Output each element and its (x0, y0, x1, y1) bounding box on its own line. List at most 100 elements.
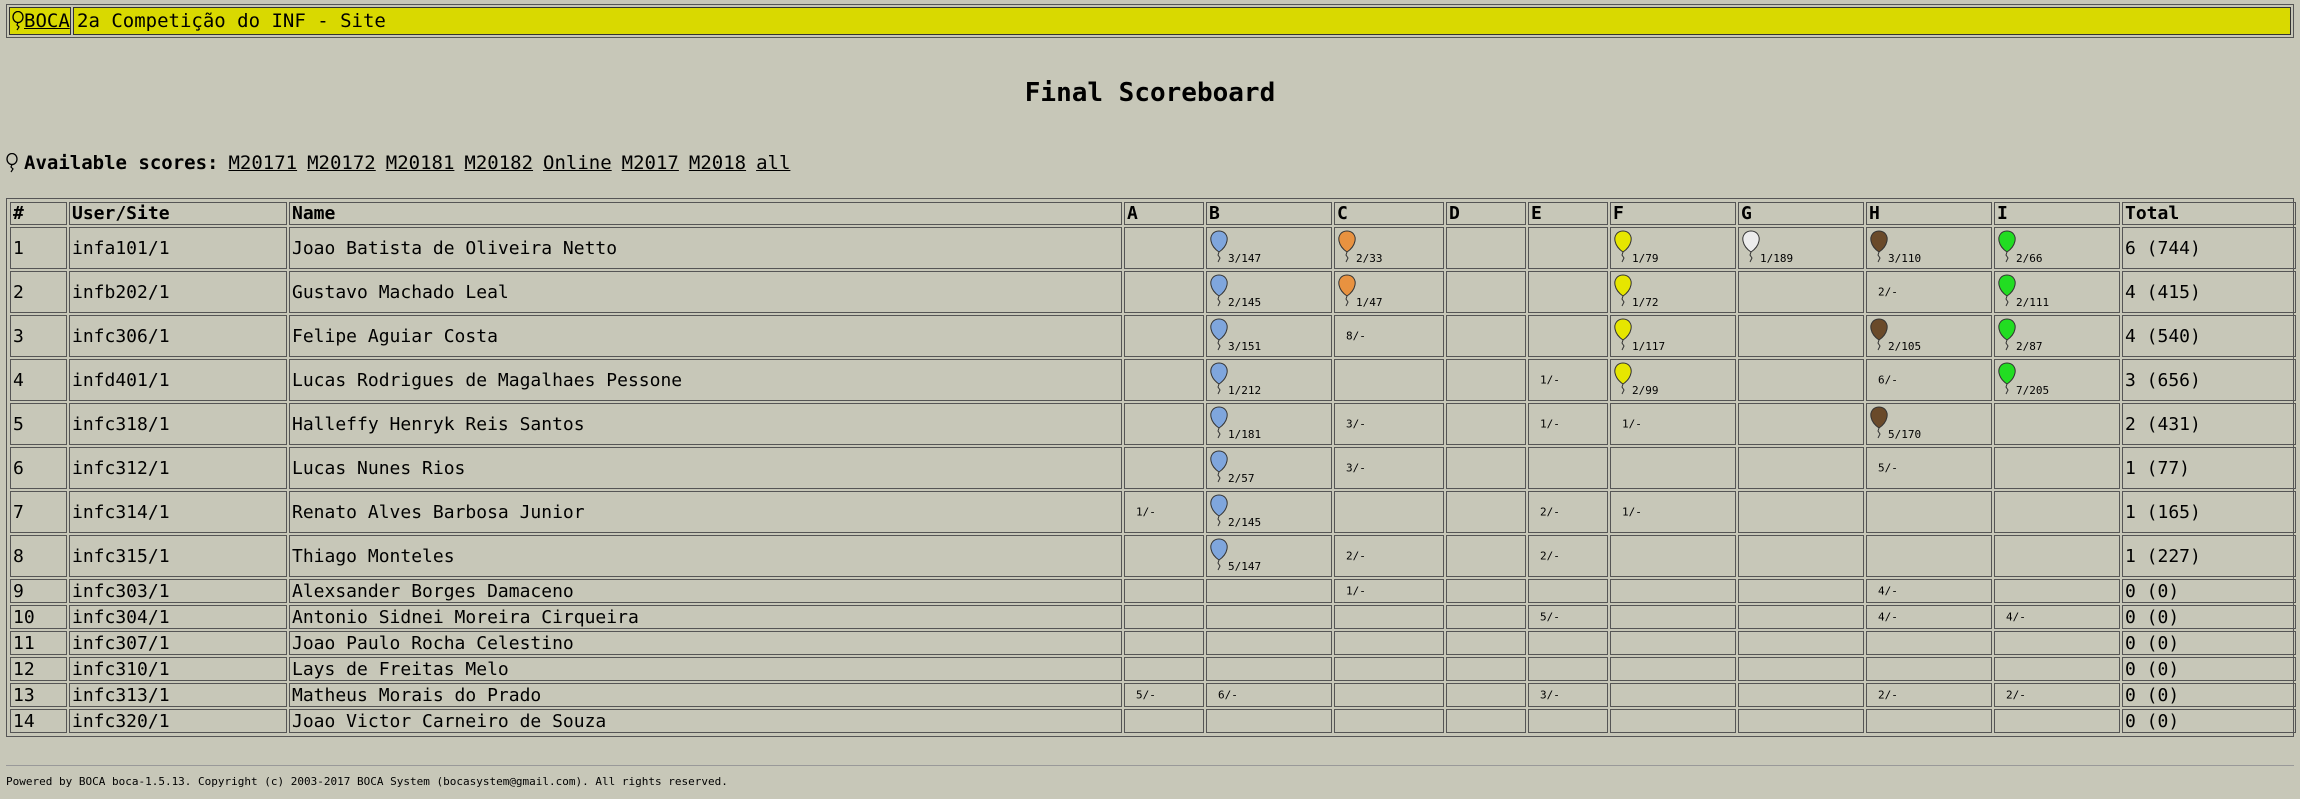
column-header-h: H (1866, 202, 1992, 225)
problem-cell-c (1334, 491, 1444, 533)
problem-cell-g (1738, 605, 1864, 629)
problem-cell-i: 2/111 (1994, 271, 2120, 313)
user-site-cell: infc306/1 (69, 315, 287, 357)
problem-cell-c: 3/- (1334, 447, 1444, 489)
column-header-name: Name (289, 202, 1122, 225)
table-row: 14 infc320/1 Joao Victor Carneiro de Souza… (10, 709, 2296, 733)
rank-cell: 10 (10, 605, 67, 629)
problem-cell-h: 3/110 (1866, 227, 1992, 269)
balloon-icon (1210, 406, 1228, 439)
problem-cell-g (1738, 579, 1864, 603)
rank-cell: 11 (10, 631, 67, 655)
balloon-icon (1870, 318, 1888, 351)
problem-cell-g (1738, 491, 1864, 533)
problem-cell-a (1124, 447, 1204, 489)
problem-cell-d (1446, 657, 1526, 681)
problem-cell-g (1738, 535, 1864, 577)
user-site-cell: infc318/1 (69, 403, 287, 445)
rank-cell: 6 (10, 447, 67, 489)
total-cell: 6 (744) (2122, 227, 2296, 269)
problem-cell-i: 2/87 (1994, 315, 2120, 357)
rank-cell: 4 (10, 359, 67, 401)
problem-cell-a (1124, 631, 1204, 655)
problem-cell-c (1334, 709, 1444, 733)
problem-cell-i (1994, 631, 2120, 655)
balloon-icon (1614, 318, 1632, 351)
problem-result: 2/87 (2016, 340, 2043, 353)
score-link-online[interactable]: Online (543, 152, 612, 174)
rank-cell: 9 (10, 579, 67, 603)
available-scores-label: Available scores: (24, 152, 219, 174)
problem-result: 1/- (1136, 505, 1156, 519)
score-link-m2018[interactable]: M2018 (689, 152, 746, 174)
name-cell: Thiago Monteles (289, 535, 1122, 577)
table-row: 11 infc307/1 Joao Paulo Rocha Celestino 0 (… (10, 631, 2296, 655)
problem-result: 3/147 (1228, 252, 1262, 265)
user-site-cell: infc315/1 (69, 535, 287, 577)
score-link-m20182[interactable]: M20182 (464, 152, 533, 174)
problem-result: 2/145 (1228, 296, 1262, 309)
problem-result: 3/151 (1228, 340, 1262, 353)
problem-result: 1/181 (1228, 428, 1262, 441)
score-link-m20171[interactable]: M20171 (228, 152, 297, 174)
total-cell: 1 (227) (2122, 535, 2296, 577)
problem-result: 1/- (1540, 417, 1560, 431)
score-link-all[interactable]: all (756, 152, 790, 174)
rank-cell: 7 (10, 491, 67, 533)
table-row: 3 infc306/1 Felipe Aguiar Costa 3/151 8/- 1/1… (10, 315, 2296, 357)
problem-result: 2/- (1878, 688, 1898, 702)
problem-result: 2/66 (2016, 252, 2043, 265)
problem-cell-c: 1/- (1334, 579, 1444, 603)
problem-result: 2/57 (1228, 472, 1255, 485)
problem-cell-f (1610, 631, 1736, 655)
problem-cell-f (1610, 683, 1736, 707)
problem-cell-c: 3/- (1334, 403, 1444, 445)
problem-cell-i (1994, 709, 2120, 733)
balloon-icon (1210, 362, 1228, 395)
problem-cell-b: 3/147 (1206, 227, 1332, 269)
problem-cell-c: 1/47 (1334, 271, 1444, 313)
problem-cell-f: 1/117 (1610, 315, 1736, 357)
problem-cell-b (1206, 631, 1332, 655)
problem-result: 7/205 (2016, 384, 2050, 397)
problem-cell-f: 1/- (1610, 491, 1736, 533)
problem-cell-f (1610, 657, 1736, 681)
balloon-icon (1614, 274, 1632, 307)
problem-cell-f: 1/79 (1610, 227, 1736, 269)
problem-result: 1/- (1622, 505, 1642, 519)
table-row: 2 infb202/1 Gustavo Machado Leal 2/145 1/47 1… (10, 271, 2296, 313)
problem-cell-b: 5/147 (1206, 535, 1332, 577)
table-row: 10 infc304/1 Antonio Sidnei Moreira Cirque… (10, 605, 2296, 629)
boca-home-link[interactable]: BOCA (24, 10, 70, 32)
problem-result: 1/117 (1632, 340, 1666, 353)
problem-cell-f (1610, 447, 1736, 489)
balloon-icon (1998, 318, 2016, 351)
problem-cell-g (1738, 403, 1864, 445)
problem-cell-i (1994, 403, 2120, 445)
score-link-m20181[interactable]: M20181 (386, 152, 455, 174)
problem-cell-e (1528, 315, 1608, 357)
problem-result: 3/- (1346, 461, 1366, 475)
footer-text: Powered by BOCA boca-1.5.13. Copyright (… (6, 775, 728, 788)
problem-result: 5/170 (1888, 428, 1922, 441)
problem-cell-h: 2/- (1866, 683, 1992, 707)
name-cell: Matheus Morais do Prado (289, 683, 1122, 707)
problem-cell-e (1528, 271, 1608, 313)
problem-cell-h (1866, 709, 1992, 733)
problem-cell-a (1124, 271, 1204, 313)
problem-cell-i (1994, 657, 2120, 681)
score-link-m20172[interactable]: M20172 (307, 152, 376, 174)
user-site-cell: infc313/1 (69, 683, 287, 707)
boca-logo-cell[interactable]: BOCA (9, 7, 71, 35)
balloon-icon (1210, 318, 1228, 351)
name-cell: Lucas Rodrigues de Magalhaes Pessone (289, 359, 1122, 401)
name-cell: Antonio Sidnei Moreira Cirqueira (289, 605, 1122, 629)
total-cell: 4 (415) (2122, 271, 2296, 313)
problem-cell-g: 1/189 (1738, 227, 1864, 269)
problem-cell-e: 5/- (1528, 605, 1608, 629)
problem-cell-h: 6/- (1866, 359, 1992, 401)
problem-result: 1/47 (1356, 296, 1383, 309)
name-cell: Renato Alves Barbosa Junior (289, 491, 1122, 533)
column-header-g: G (1738, 202, 1864, 225)
score-link-m2017[interactable]: M2017 (622, 152, 679, 174)
